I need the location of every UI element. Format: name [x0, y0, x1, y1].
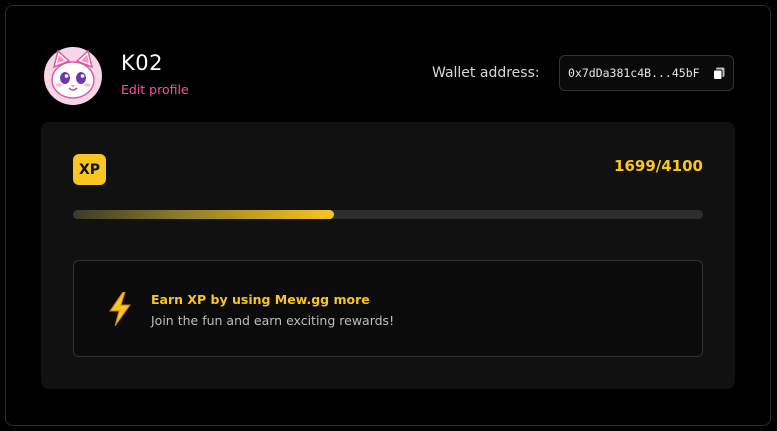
earn-xp-title: Earn XP by using Mew.gg more	[151, 292, 370, 307]
copy-icon[interactable]	[713, 67, 725, 80]
cat-avatar-icon	[44, 47, 102, 105]
xp-progress-bar	[73, 210, 703, 219]
xp-progress-text: 1699/4100	[614, 157, 703, 175]
edit-profile-link[interactable]: Edit profile	[121, 82, 189, 97]
earn-xp-info-box: Earn XP by using Mew.gg more Join the fu…	[73, 260, 703, 357]
lightning-bolt-icon	[109, 292, 131, 326]
earn-xp-subtitle: Join the fun and earn exciting rewards!	[151, 313, 395, 328]
xp-progress-fill	[73, 210, 335, 219]
wallet-address-field[interactable]: 0x7dDa381c4B...45bF	[559, 55, 734, 91]
xp-badge: XP	[73, 154, 106, 185]
wallet-address-label: Wallet address:	[432, 65, 540, 81]
username: K02	[121, 51, 163, 75]
wallet-address-value: 0x7dDa381c4B...45bF	[568, 66, 700, 80]
